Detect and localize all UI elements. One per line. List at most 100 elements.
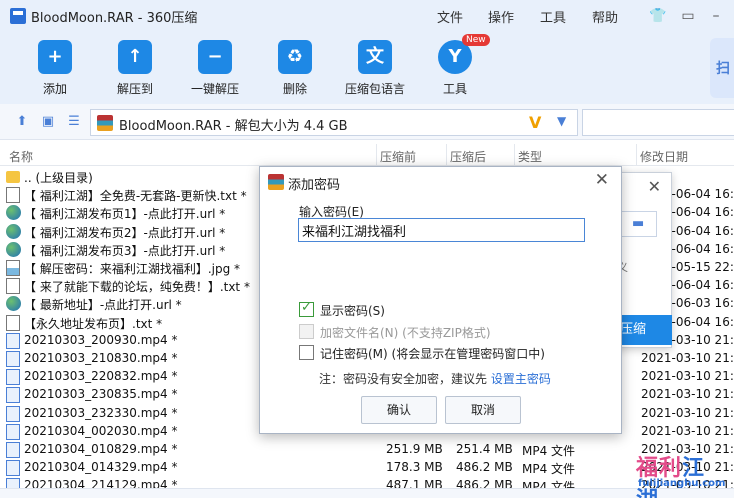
file-name: 20210303_232330.mp4 * bbox=[24, 405, 178, 420]
window-title: BloodMoon.RAR - 360压缩 bbox=[31, 11, 198, 26]
file-row[interactable]: 20210304_010829.mp4 * 251.9 MB 251.4 MB MP4… bbox=[0, 441, 734, 459]
compress-language-button[interactable]: 文 压缩包语言 bbox=[335, 40, 415, 97]
menu-operate[interactable]: 操作 bbox=[488, 7, 514, 26]
security-note-text: 注：密码没有安全加密，建议先 bbox=[319, 372, 491, 386]
window-menu-icon[interactable]: ▭ bbox=[678, 6, 698, 26]
txt-file-icon bbox=[6, 278, 20, 295]
scan-button[interactable]: 扫 bbox=[710, 38, 734, 98]
confirm-button[interactable]: 确认 bbox=[361, 396, 437, 424]
file-name: 【永久地址发布页】.txt * bbox=[24, 316, 163, 331]
search-input[interactable] bbox=[582, 109, 734, 136]
encrypt-filenames-checkbox[interactable] bbox=[299, 324, 314, 339]
menu-help[interactable]: 帮助 bbox=[592, 7, 618, 26]
file-name: 20210304_014329.mp4 * bbox=[24, 460, 178, 475]
path-dropdown-icon[interactable]: ▼ bbox=[557, 114, 566, 128]
file-name: 20210304_010829.mp4 * bbox=[24, 442, 178, 456]
txt-file-icon bbox=[6, 187, 20, 204]
txt-file-icon bbox=[6, 314, 20, 331]
encrypt-filenames-label: 加密文件名(N) (不支持ZIP格式) bbox=[320, 326, 491, 340]
up-arrow-icon[interactable]: ⬆ bbox=[14, 114, 30, 130]
add-icon: + bbox=[38, 40, 72, 74]
mp4-file-icon bbox=[6, 460, 20, 477]
file-size: 251.9 MB bbox=[386, 442, 443, 456]
remember-password-checkbox[interactable] bbox=[299, 345, 314, 360]
site-watermark: 福利江湖 fulijianghu.com bbox=[636, 450, 728, 498]
folder-file-icon bbox=[6, 171, 20, 183]
column-divider bbox=[376, 144, 377, 166]
show-password-checkbox[interactable] bbox=[299, 300, 314, 317]
globe-file-icon bbox=[6, 223, 21, 239]
security-note: 注：密码没有安全加密，建议先 设置主密码 bbox=[319, 370, 551, 387]
rar-archive-icon bbox=[268, 174, 284, 190]
new-badge: New bbox=[462, 34, 490, 46]
file-row[interactable]: 20210304_014329.mp4 * 178.3 MB 486.2 MB MP4… bbox=[0, 459, 734, 477]
thumbnail-view-icon[interactable]: ▣ bbox=[40, 114, 56, 130]
close-icon[interactable]: ✕ bbox=[595, 170, 609, 190]
file-name: 20210303_210830.mp4 * bbox=[24, 351, 178, 365]
file-list-header: 名称 压缩前 压缩后 类型 修改日期 bbox=[0, 144, 734, 166]
file-name: 【 福利江湖发布页3】-点此打开.url * bbox=[24, 243, 226, 258]
trash-icon: ♻ bbox=[278, 40, 312, 74]
watermark-logo: 福利江湖 bbox=[636, 450, 728, 498]
mp4-file-icon bbox=[6, 423, 20, 440]
path-field[interactable]: BloodMoon.RAR - 解包大小为 4.4 GB V ▼ bbox=[90, 109, 578, 136]
extract-to-button[interactable]: ↑ 解压到 bbox=[95, 40, 175, 97]
add-button[interactable]: + 添加 bbox=[15, 40, 95, 97]
file-name: 【 福利江湖发布页1】-点此打开.url * bbox=[24, 207, 226, 222]
delete-button[interactable]: ♻ 删除 bbox=[255, 40, 335, 97]
file-size: 178.3 MB bbox=[386, 460, 443, 475]
globe-file-icon bbox=[6, 205, 21, 221]
column-divider bbox=[636, 144, 637, 166]
file-type: MP4 文件 bbox=[522, 444, 576, 458]
globe-file-icon bbox=[6, 241, 21, 257]
file-name: 20210303_220832.mp4 * bbox=[24, 369, 178, 384]
file-date: 2021-03-10 21:3 bbox=[641, 423, 734, 438]
add-password-dialog: 添加密码 ✕ 输入密码(E) 来福利江湖找福利 显示密码(S) 加密文件名(N)… bbox=[259, 166, 622, 434]
mp4-file-icon bbox=[6, 387, 20, 404]
file-date: 2021-03-10 21:3 bbox=[641, 387, 734, 402]
password-input[interactable]: 来福利江湖找福利 bbox=[298, 218, 585, 242]
column-modified[interactable]: 修改日期 bbox=[640, 148, 688, 165]
column-type[interactable]: 类型 bbox=[518, 148, 542, 165]
file-name: 【 来了就能下载的论坛，纯免费！】.txt * bbox=[24, 280, 250, 295]
extract-to-icon: ↑ bbox=[118, 40, 152, 74]
list-view-icon[interactable]: ☰ bbox=[66, 114, 82, 130]
img-file-icon bbox=[6, 260, 20, 276]
column-divider bbox=[514, 144, 515, 166]
close-icon[interactable]: ✕ bbox=[648, 177, 661, 196]
column-name[interactable]: 名称 bbox=[9, 148, 33, 165]
toolbar: + 添加 ↑ 解压到 − 一键解压 ♻ 删除 文 压缩包语言 Y New 工具 … bbox=[0, 32, 734, 104]
remember-password-label[interactable]: 记住密码(M) (将会显示在管理密码窗口中) bbox=[320, 345, 545, 362]
show-password-label[interactable]: 显示密码(S) bbox=[320, 302, 385, 319]
file-date: 2021-03-10 21:3 bbox=[641, 351, 734, 365]
file-name: .. (上级目录) bbox=[24, 171, 93, 185]
menu-file[interactable]: 文件 bbox=[437, 7, 463, 26]
status-bar bbox=[0, 488, 734, 498]
column-packed-after[interactable]: 压缩后 bbox=[450, 148, 486, 165]
watermark-url: fulijianghu.com bbox=[638, 478, 726, 489]
file-packed-size: 486.2 MB bbox=[456, 460, 513, 475]
cancel-button[interactable]: 取消 bbox=[445, 396, 521, 424]
address-bar: ⬆ ▣ ☰ BloodMoon.RAR - 解包大小为 4.4 GB V ▼ bbox=[0, 104, 734, 140]
file-name: 【 福利江湖】全免费-无套路-更新快.txt * bbox=[24, 189, 247, 204]
app-logo-icon bbox=[10, 8, 26, 24]
file-date: 2021-03-10 21:3 bbox=[641, 405, 734, 420]
mp4-file-icon bbox=[6, 442, 20, 458]
tools-button[interactable]: Y New 工具 bbox=[415, 34, 495, 97]
menu-tools[interactable]: 工具 bbox=[540, 7, 566, 26]
v-shield-icon[interactable]: V bbox=[529, 113, 541, 132]
column-packed-before[interactable]: 压缩前 bbox=[380, 148, 416, 165]
skin-shirt-icon[interactable]: 👕 bbox=[648, 6, 668, 26]
one-click-extract-icon: − bbox=[198, 40, 232, 74]
set-master-password-link[interactable]: 设置主密码 bbox=[491, 372, 551, 386]
minimize-icon[interactable]: – bbox=[706, 6, 726, 26]
globe-file-icon bbox=[6, 296, 21, 312]
file-name: 20210303_230835.mp4 * bbox=[24, 387, 178, 402]
file-name: 20210304_002030.mp4 * bbox=[24, 423, 178, 438]
folder-icon[interactable]: ▬ bbox=[632, 216, 644, 231]
mp4-file-icon bbox=[6, 369, 20, 386]
title-bar: BloodMoon.RAR - 360压缩 文件 操作 工具 帮助 👕 ▭ – bbox=[0, 0, 734, 32]
one-click-extract-button[interactable]: − 一键解压 bbox=[175, 40, 255, 97]
file-type: MP4 文件 bbox=[522, 462, 576, 477]
file-name: 【 福利江湖发布页2】-点此打开.url * bbox=[24, 225, 226, 240]
